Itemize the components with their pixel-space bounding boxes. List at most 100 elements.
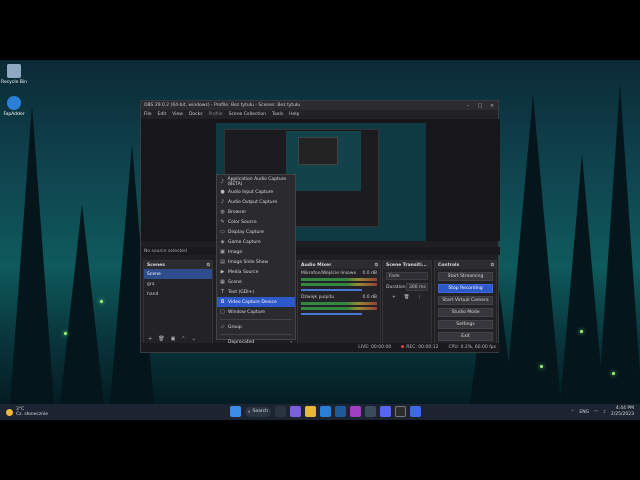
menu-item-group[interactable]: ▱ Group xyxy=(217,322,295,332)
menu-item-label: Color Source xyxy=(228,219,257,225)
volume-slider[interactable] xyxy=(301,313,362,315)
menu-item-label: Deprecated xyxy=(228,339,255,345)
menu-item-audio-input[interactable]: ● Audio Input Capture xyxy=(217,187,295,197)
add-scene-button[interactable]: + xyxy=(148,336,152,342)
store-icon[interactable] xyxy=(335,406,346,417)
menu-item-window-capture[interactable]: ▢ Window Capture xyxy=(217,307,295,317)
menu-item-display-capture[interactable]: ▭ Display Capture xyxy=(217,227,295,237)
menu-help[interactable]: Help xyxy=(289,112,299,117)
mixer-channel: Mikrofon/Wejście liniowe 0.0 dB xyxy=(298,269,380,293)
menu-item-deprecated[interactable]: Deprecated › xyxy=(217,337,295,347)
menu-edit[interactable]: Edit xyxy=(158,112,167,117)
menu-item-label: Audio Output Capture xyxy=(228,199,278,205)
menu-docks[interactable]: Docks xyxy=(189,112,203,117)
scenes-title: Scenes xyxy=(147,262,165,268)
rec-status-wrap: REC: 00:00:12 xyxy=(401,345,439,350)
controls-title: Controls xyxy=(438,262,460,268)
undock-icon[interactable]: ⧉ xyxy=(375,262,378,268)
add-transition-button[interactable]: + xyxy=(392,295,396,300)
stop-recording-button[interactable]: Stop Recording xyxy=(438,284,493,293)
volume-icon[interactable]: ♪ xyxy=(603,410,606,415)
scene-item[interactable]: Scene xyxy=(144,269,212,279)
transition-menu-button[interactable]: ⋮ xyxy=(418,295,423,300)
brush-icon: ✎ xyxy=(220,218,225,225)
menu-item-scene[interactable]: ▦ Scene xyxy=(217,277,295,287)
steam-icon[interactable] xyxy=(365,406,376,417)
obs-icon[interactable] xyxy=(395,406,406,417)
menu-item-label: Group xyxy=(228,324,242,330)
exit-button[interactable]: Exit xyxy=(438,332,493,341)
volume-meter xyxy=(301,302,377,305)
mixer-dock-header: Audio Mixer ⧉ xyxy=(298,261,380,269)
menu-item-video-capture-device[interactable]: ◘ Video Capture Device xyxy=(217,297,295,307)
clock[interactable]: 4:44 PM 2/25/2023 xyxy=(611,406,634,418)
menu-item-audio-output[interactable]: ♪ Audio Output Capture xyxy=(217,197,295,207)
menu-item-game-capture[interactable]: ◈ Game Capture xyxy=(217,237,295,247)
menu-separator xyxy=(220,334,292,335)
undock-icon[interactable]: ⧉ xyxy=(491,262,494,268)
preview-nested-obs xyxy=(298,137,338,165)
image-icon: ▣ xyxy=(220,248,225,255)
menu-file[interactable]: File xyxy=(144,112,152,117)
start-virtual-camera-button[interactable]: Start Virtual Camera xyxy=(438,296,493,305)
menu-item-media-source[interactable]: ▶ Media Source xyxy=(217,267,295,277)
menu-item-app-audio[interactable]: ♪ Application Audio Capture (BETA) xyxy=(217,177,295,187)
menu-item-browser[interactable]: ◍ Browser xyxy=(217,207,295,217)
move-down-button[interactable]: ⌄ xyxy=(192,336,196,342)
settings-button[interactable]: Settings xyxy=(438,320,493,329)
menu-profile[interactable]: Profile xyxy=(209,112,223,117)
duration-input[interactable]: 300 ms xyxy=(406,283,428,291)
undock-icon[interactable]: ⧉ xyxy=(207,262,210,268)
firefly xyxy=(612,372,615,375)
volume-slider[interactable] xyxy=(301,289,362,291)
filters-button[interactable]: ▣ xyxy=(171,336,176,342)
channel-name: Dźwięk pulpitu xyxy=(301,295,335,300)
scene-item[interactable]: gra xyxy=(144,279,212,289)
file-explorer-icon[interactable] xyxy=(305,406,316,417)
edge-icon[interactable] xyxy=(320,406,331,417)
chevron-right-icon: › xyxy=(290,339,292,345)
transition-select[interactable]: Fade xyxy=(386,272,428,280)
menu-scene-collection[interactable]: Scene Collection xyxy=(229,112,266,117)
add-source-menu: ♪ Application Audio Capture (BETA) ● Audio… xyxy=(216,174,296,345)
task-view-icon[interactable] xyxy=(275,406,286,417)
scene-item[interactable]: hand xyxy=(144,289,212,299)
cpu-status: CPU: 0.2%, 60.00 fps xyxy=(448,345,497,350)
source-toolbar: No source selected xyxy=(141,247,500,255)
app-icon[interactable] xyxy=(410,406,421,417)
language-indicator[interactable]: ENG xyxy=(579,410,589,415)
desktop-icon-fapadder[interactable]: FapAdder xyxy=(0,96,28,117)
transitions-title: Scene Transiti... xyxy=(386,262,427,268)
menu-tools[interactable]: Tools xyxy=(272,112,283,117)
menu-view[interactable]: View xyxy=(172,112,183,117)
letterbox-bottom xyxy=(0,420,640,480)
letterbox-top xyxy=(0,0,640,60)
menu-item-color-source[interactable]: ✎ Color Source xyxy=(217,217,295,227)
rec-status: REC: 00:00:12 xyxy=(406,345,439,350)
start-icon[interactable] xyxy=(230,406,241,417)
taskbar-search[interactable]: ⌕ Search xyxy=(245,406,271,417)
discord-icon[interactable] xyxy=(380,406,391,417)
move-up-button[interactable]: ⌃ xyxy=(181,336,185,342)
remove-transition-button[interactable]: 🗑 xyxy=(404,295,410,300)
studio-mode-button[interactable]: Studio Mode xyxy=(438,308,493,317)
chat-icon[interactable] xyxy=(290,406,301,417)
menu-item-image-slide-show[interactable]: ▤ Image Slide Show xyxy=(217,257,295,267)
app-icon[interactable] xyxy=(350,406,361,417)
menu-item-image[interactable]: ▣ Image xyxy=(217,247,295,257)
app-icon xyxy=(7,96,21,110)
chevron-up-icon[interactable]: ⌃ xyxy=(571,410,575,415)
maximize-button[interactable]: □ xyxy=(474,103,486,109)
remove-scene-button[interactable]: 🗑 xyxy=(158,336,164,342)
desktop-icon-recycle-bin[interactable]: Recycle Bin xyxy=(0,64,28,85)
minimize-button[interactable]: – xyxy=(462,103,474,109)
menu-item-text-gdi[interactable]: T Text (GDI+) xyxy=(217,287,295,297)
channel-name: Mikrofon/Wejście liniowe xyxy=(301,271,357,276)
menu-item-label: Browser xyxy=(228,209,247,215)
network-icon[interactable]: ◠ xyxy=(594,410,598,415)
start-streaming-button[interactable]: Start Streaming xyxy=(438,272,493,281)
weather-widget[interactable]: 3°C Cz. słonecznie xyxy=(6,407,48,417)
close-button[interactable]: × xyxy=(486,103,498,109)
window-titlebar[interactable]: OBS 29.0.2 (64-bit, windows) - Profile: … xyxy=(141,101,498,110)
scenes-dock-header: Scenes ⧉ xyxy=(144,261,212,269)
